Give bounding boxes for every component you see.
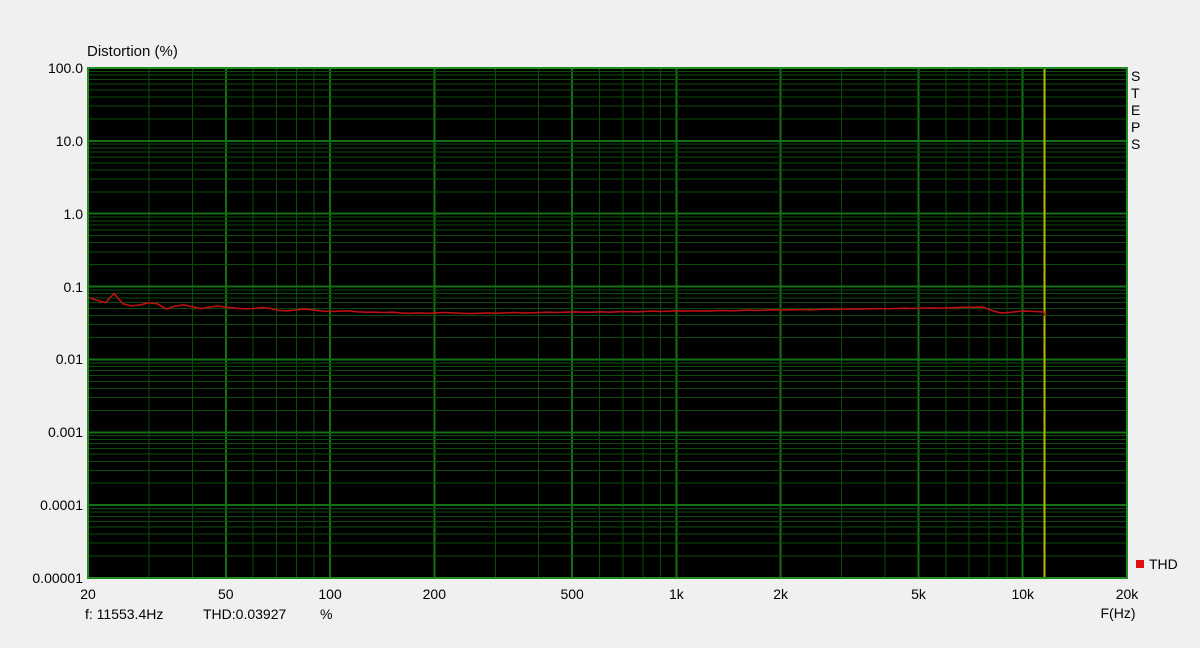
chart-title: Distortion (%) <box>87 43 178 60</box>
cursor-thd-readout: THD:0.03927 <box>203 606 286 622</box>
steps-letter: S <box>1131 136 1145 153</box>
legend: THD <box>1136 556 1178 572</box>
distortion-plot[interactable] <box>88 68 1127 578</box>
cursor-thd-unit: % <box>320 606 332 622</box>
steps-letter: E <box>1131 102 1145 119</box>
x-tick-label: 5k <box>888 586 948 602</box>
y-tick-label: 0.00001 <box>0 570 83 586</box>
thd-legend-swatch-icon <box>1136 560 1144 568</box>
x-tick-label: 50 <box>196 586 256 602</box>
x-tick-label: 20 <box>58 586 118 602</box>
y-tick-label: 0.1 <box>0 279 83 295</box>
steps-letter: S <box>1131 68 1145 85</box>
y-tick-label: 0.01 <box>0 351 83 367</box>
x-axis-unit-label: F(Hz) <box>1088 605 1148 621</box>
thd-trace <box>88 294 1045 317</box>
steps-letter: P <box>1131 119 1145 136</box>
x-tick-label: 100 <box>300 586 360 602</box>
y-tick-label: 1.0 <box>0 206 83 222</box>
x-tick-label: 10k <box>993 586 1053 602</box>
thd-legend-label: THD <box>1149 556 1178 572</box>
x-tick-label: 2k <box>751 586 811 602</box>
plot-area[interactable] <box>88 68 1127 578</box>
y-tick-label: 0.0001 <box>0 497 83 513</box>
steps-vertical-label: STEPS <box>1131 68 1145 153</box>
x-tick-label: 1k <box>646 586 706 602</box>
x-tick-label: 20k <box>1097 586 1157 602</box>
x-tick-label: 500 <box>542 586 602 602</box>
x-tick-label: 200 <box>404 586 464 602</box>
steps-letter: T <box>1131 85 1145 102</box>
y-tick-label: 10.0 <box>0 133 83 149</box>
cursor-frequency-readout: f: 11553.4Hz <box>85 606 163 622</box>
y-tick-label: 100.0 <box>0 60 83 76</box>
y-tick-label: 0.001 <box>0 424 83 440</box>
